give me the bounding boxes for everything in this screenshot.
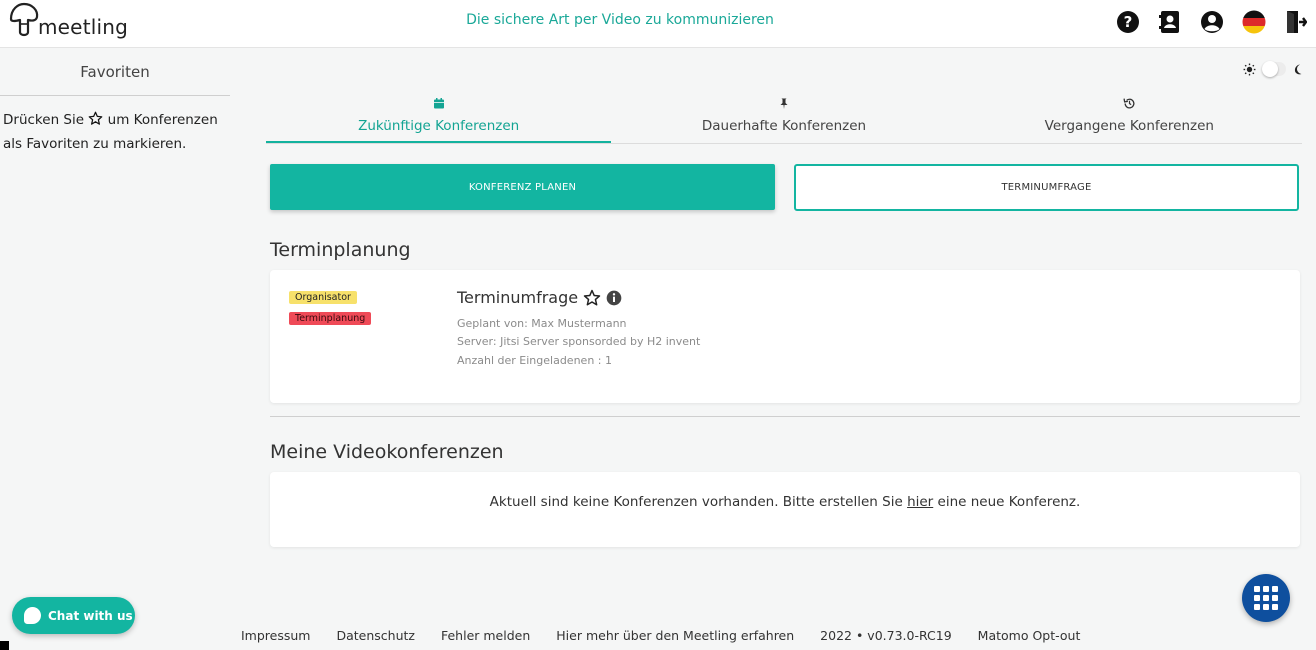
organizer-badge: Organisator: [289, 291, 357, 304]
plan-conference-button[interactable]: KONFERENZ PLANEN: [270, 164, 775, 210]
svg-text:?: ?: [1124, 13, 1133, 31]
conference-tabs: Zukünftige Konferenzen Dauerhafte Konfer…: [266, 94, 1302, 144]
empty-text-before: Aktuell sind keine Konferenzen vorhanden…: [489, 494, 903, 510]
german-flag-icon[interactable]: [1238, 8, 1270, 36]
server-info: Server: Jitsi Server sponsorded by H2 in…: [457, 335, 701, 348]
favorite-star-icon[interactable]: [583, 289, 601, 307]
video-conferences-title: Meine Videokonferenzen: [270, 441, 504, 463]
conference-title: Terminumfrage: [457, 288, 579, 307]
tab-upcoming-label: Zukünftige Konferenzen: [358, 118, 520, 134]
poll-card[interactable]: Organisator Terminplanung Terminumfrage …: [270, 270, 1300, 403]
apps-grid-button[interactable]: [1242, 574, 1290, 622]
account-icon[interactable]: [1196, 8, 1228, 36]
sun-icon: [1243, 63, 1256, 75]
info-icon[interactable]: [606, 290, 622, 306]
chat-label: Chat with us: [48, 608, 133, 623]
theme-toggle[interactable]: [1243, 61, 1304, 77]
calendar-icon: [433, 98, 444, 109]
empty-message: Aktuell sind keine Konferenzen vorhanden…: [270, 494, 1300, 510]
pin-icon: [780, 98, 788, 109]
moon-icon: [1294, 64, 1302, 74]
switch-knob: [1262, 61, 1278, 77]
footer-link-report-bug[interactable]: Fehler melden: [441, 628, 530, 643]
scheduling-title: Terminplanung: [270, 239, 411, 261]
tab-permanent[interactable]: Dauerhafte Konferenzen: [611, 94, 956, 143]
contacts-icon[interactable]: [1154, 8, 1186, 36]
footer-version: 2022 • v0.73.0-RC19: [820, 628, 952, 643]
empty-text-after: eine neue Konferenz.: [937, 494, 1081, 510]
planned-by: Geplant von: Max Mustermann: [457, 317, 627, 330]
conference-title-row: Terminumfrage: [457, 288, 622, 307]
footer-link-privacy[interactable]: Datenschutz: [336, 628, 415, 643]
corner-mark: [0, 641, 9, 650]
chat-bubble-icon: [24, 607, 41, 624]
history-icon: [1123, 98, 1135, 109]
theme-switch[interactable]: [1262, 61, 1286, 77]
tab-past-label: Vergangene Konferenzen: [1044, 118, 1214, 134]
favorites-title: Favoriten: [0, 49, 230, 96]
create-conference-link[interactable]: hier: [907, 494, 933, 510]
poll-button[interactable]: TERMINUMFRAGE: [794, 164, 1299, 211]
star-icon: [88, 111, 103, 125]
favorites-hint: Drücken Sie um Konferenzen als Favoriten…: [0, 96, 230, 168]
tagline: Die sichere Art per Video zu kommunizier…: [466, 12, 774, 28]
favorites-sidebar: Favoriten Drücken Sie um Konferenzen als…: [0, 49, 230, 609]
tab-past[interactable]: Vergangene Konferenzen: [957, 94, 1302, 143]
empty-conferences-card: Aktuell sind keine Konferenzen vorhanden…: [270, 472, 1300, 547]
grid-icon: [1254, 586, 1278, 610]
logout-icon[interactable]: [1280, 8, 1312, 36]
help-icon[interactable]: ?: [1112, 8, 1144, 36]
tab-upcoming[interactable]: Zukünftige Konferenzen: [266, 94, 612, 143]
invitee-count: Anzahl der Eingeladenen : 1: [457, 354, 612, 367]
chat-button[interactable]: Chat with us: [12, 597, 135, 634]
app-header: meetling Die sichere Art per Video zu ko…: [0, 0, 1316, 48]
footer-link-matomo[interactable]: Matomo Opt-out: [978, 628, 1081, 643]
hint-text-before: Drücken Sie: [3, 112, 85, 128]
section-divider: [270, 416, 1300, 417]
tab-permanent-label: Dauerhafte Konferenzen: [701, 118, 867, 134]
footer-link-about[interactable]: Hier mehr über den Meetling erfahren: [556, 628, 794, 643]
footer: Impressum Datenschutz Fehler melden Hier…: [241, 628, 1080, 643]
footer-link-impressum[interactable]: Impressum: [241, 628, 310, 643]
scheduling-badge: Terminplanung: [289, 312, 372, 325]
